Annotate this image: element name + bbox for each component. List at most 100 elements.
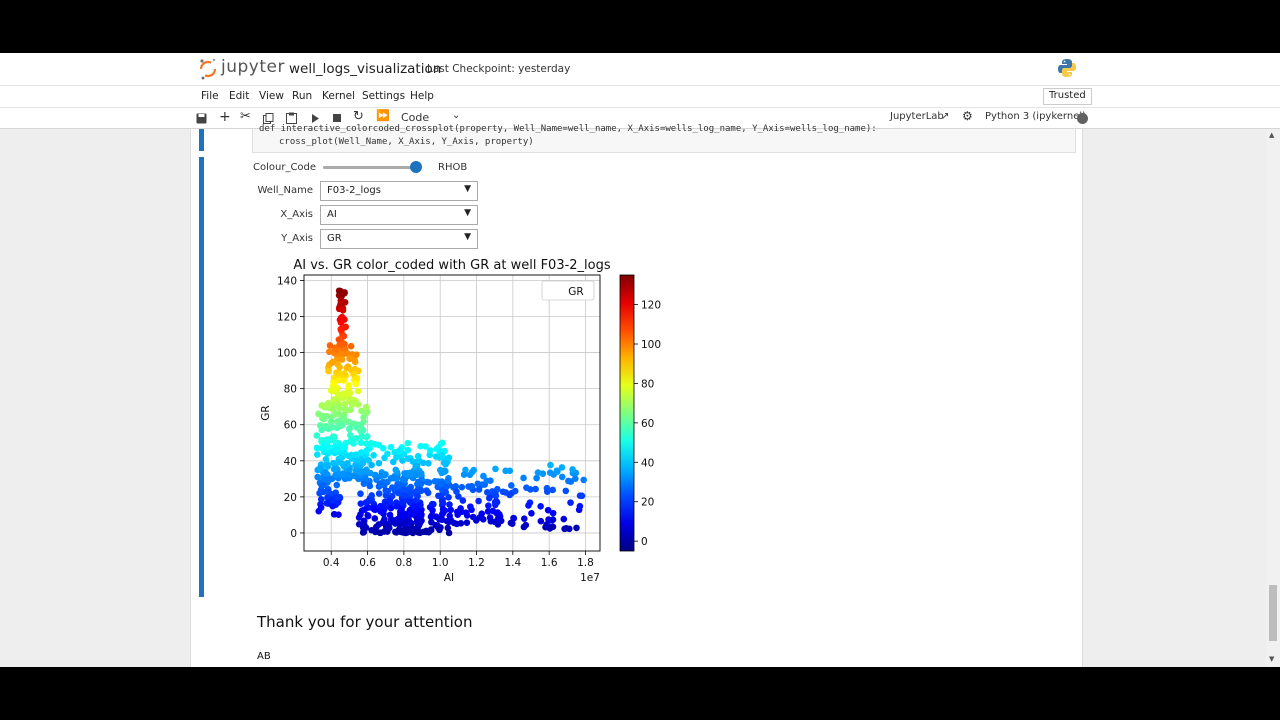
stop-icon[interactable]: [333, 114, 342, 123]
data-point: [352, 380, 360, 388]
menu-settings[interactable]: Settings: [362, 90, 405, 102]
chevron-down-icon: ▼: [464, 208, 471, 218]
paste-icon[interactable]: [286, 112, 297, 124]
cut-icon[interactable]: ✂: [240, 109, 251, 124]
data-point: [445, 529, 453, 537]
x-tick-label: 0.8: [396, 557, 413, 569]
y-axis-select[interactable]: GR ▼: [320, 229, 478, 249]
x-tick-label: 0.4: [323, 557, 340, 569]
data-point: [313, 432, 321, 439]
data-point: [376, 529, 384, 537]
data-point: [339, 307, 347, 314]
jupyter-logo-text[interactable]: jupyter: [221, 57, 285, 77]
data-point: [565, 525, 573, 533]
fast-forward-icon[interactable]: ⏩: [376, 109, 390, 122]
scroll-down-icon[interactable]: ▼: [1269, 655, 1274, 663]
data-point: [339, 299, 347, 307]
data-point: [537, 517, 545, 525]
menu-kernel[interactable]: Kernel: [322, 90, 355, 102]
data-point: [364, 433, 371, 440]
data-point: [333, 493, 340, 501]
scroll-up-icon[interactable]: ▲: [1269, 131, 1274, 139]
colorbar-tick-label: 20: [641, 497, 654, 509]
vertical-scrollbar[interactable]: ▲ ▼: [1266, 129, 1280, 667]
data-point: [523, 484, 530, 491]
code-cell[interactable]: def interactive_colorcoded_crossplot(pro…: [252, 124, 1076, 153]
menu-edit[interactable]: Edit: [229, 90, 249, 102]
chevron-down-icon[interactable]: ⌄: [452, 110, 460, 121]
data-point: [317, 504, 325, 511]
y-tick-label: 0: [290, 528, 297, 540]
data-point: [429, 506, 436, 514]
x-axis-select[interactable]: AI ▼: [320, 205, 478, 225]
data-point: [342, 323, 349, 331]
data-point: [404, 471, 411, 478]
slider-handle[interactable]: [410, 161, 422, 173]
data-point: [458, 483, 466, 491]
data-point: [327, 418, 335, 425]
colour-code-slider[interactable]: [323, 166, 415, 169]
data-point: [318, 426, 325, 434]
data-point: [562, 487, 570, 495]
cell-type-select[interactable]: Code: [401, 111, 429, 124]
jupyterlab-link[interactable]: JupyterLab: [890, 111, 944, 122]
run-icon[interactable]: [311, 114, 320, 123]
data-point: [475, 486, 483, 493]
data-point: [375, 459, 383, 467]
data-point: [314, 451, 321, 458]
data-point: [439, 510, 447, 517]
save-icon[interactable]: [196, 113, 207, 124]
data-point: [328, 423, 336, 431]
data-point: [480, 472, 487, 480]
data-point: [333, 369, 340, 376]
data-point: [355, 514, 363, 521]
menu-file[interactable]: File: [201, 90, 219, 102]
data-point: [364, 512, 372, 519]
gear-icon[interactable]: ⚙: [962, 109, 973, 123]
x-tick-label: 1.6: [541, 557, 558, 569]
copy-icon[interactable]: [263, 113, 274, 124]
data-point: [404, 446, 412, 454]
data-point: [329, 386, 336, 393]
data-point: [492, 490, 499, 498]
data-point: [474, 480, 482, 488]
menu-help[interactable]: Help: [410, 90, 434, 102]
data-point: [353, 424, 361, 431]
x-tick-label: 1.2: [468, 557, 485, 569]
menu-view[interactable]: View: [259, 90, 284, 102]
data-point: [534, 469, 542, 476]
data-point: [475, 497, 482, 505]
y-tick-label: 100: [277, 348, 297, 360]
menu-run[interactable]: Run: [292, 90, 312, 102]
thanks-heading: Thank you for your attention: [257, 613, 473, 631]
restart-icon[interactable]: ↻: [353, 109, 364, 124]
python-logo-icon: [1058, 59, 1076, 77]
data-point: [362, 403, 370, 411]
add-cell-icon[interactable]: +: [219, 109, 231, 125]
external-link-icon[interactable]: ↗: [941, 111, 949, 122]
x-axis-value: AI: [327, 209, 337, 220]
data-point: [528, 509, 535, 517]
data-point: [439, 498, 446, 506]
data-point: [440, 459, 448, 467]
data-point: [487, 517, 495, 525]
data-point: [394, 515, 402, 523]
data-point: [404, 439, 412, 447]
kernel-name[interactable]: Python 3 (ipykernel): [985, 111, 1086, 122]
scrollbar-thumb[interactable]: [1269, 585, 1277, 641]
y-tick-label: 60: [284, 420, 297, 432]
notebook-title[interactable]: well_logs_visualization: [289, 61, 441, 77]
data-point: [322, 455, 330, 463]
data-point: [392, 483, 400, 491]
data-point: [345, 382, 352, 389]
data-point: [352, 435, 360, 442]
data-point: [558, 473, 566, 481]
data-point: [396, 447, 403, 455]
trusted-badge[interactable]: Trusted: [1043, 88, 1092, 105]
data-point: [325, 367, 332, 375]
data-point: [375, 490, 383, 497]
data-point: [357, 490, 364, 497]
well-name-select[interactable]: F03-2_logs ▼: [320, 181, 478, 201]
data-point: [419, 459, 427, 467]
code-line: def interactive_colorcoded_crossplot(pro…: [259, 124, 877, 134]
